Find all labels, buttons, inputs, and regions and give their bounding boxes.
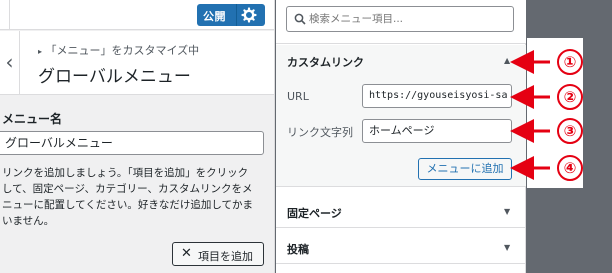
add-to-menu-button[interactable]: メニューに追加 bbox=[418, 158, 512, 180]
url-input[interactable]: https://gyouseisyosi-sa bbox=[362, 84, 512, 108]
customizer-header: 公開 bbox=[0, 0, 274, 30]
menu-description: リンクを追加しましょう。「項目を追加」をクリック して、固定ページ、カテゴリー、… bbox=[2, 165, 270, 229]
callout-number: ① bbox=[557, 49, 583, 75]
close-x-icon: ✕ bbox=[181, 246, 192, 261]
section-title: グローバルメニュー bbox=[38, 67, 191, 87]
back-button[interactable]: ‹ bbox=[0, 31, 20, 95]
posts-section-title: 投稿 bbox=[287, 243, 309, 256]
description-line: して、固定ページ、カテゴリー、カスタムリンクをメ bbox=[2, 183, 253, 195]
menu-name-input[interactable]: グローバルメニュー bbox=[0, 131, 264, 155]
link-text-label: リンク文字列 bbox=[287, 126, 353, 139]
triangle-down-icon: ▼ bbox=[504, 243, 511, 252]
search-icon bbox=[294, 13, 306, 25]
triangle-up-icon: ▲ bbox=[504, 56, 511, 65]
link-text-input[interactable]: ホームページ bbox=[362, 119, 512, 143]
publish-button[interactable]: 公開 bbox=[197, 4, 265, 26]
breadcrumb-arrow-icon: ▸ bbox=[38, 47, 43, 56]
section-header: ‹ ▸ 「メニュー」をカスタマイズ中 グローバルメニュー bbox=[0, 31, 274, 95]
pages-section-title: 固定ページ bbox=[287, 207, 342, 220]
custom-link-title: カスタムリンク bbox=[287, 56, 364, 69]
callout-number: ③ bbox=[557, 118, 583, 144]
description-line: リンクを追加しましょう。「項目を追加」をクリック bbox=[2, 167, 249, 179]
posts-section-header[interactable]: 投稿 ▼ bbox=[276, 232, 526, 264]
add-items-button[interactable]: ✕ 項目を追加 bbox=[172, 242, 264, 266]
search-box[interactable] bbox=[286, 6, 514, 32]
custom-link-section-header[interactable]: カスタムリンク ▲ bbox=[276, 45, 526, 77]
menu-name-label: メニュー名 bbox=[2, 112, 63, 126]
pages-section-header[interactable]: 固定ページ ▼ bbox=[276, 196, 526, 228]
customizer-panel: 公開 ‹ ▸ 「メニュー」をカスタマイズ中 グローバルメニュー メニュー名 グロ… bbox=[0, 0, 275, 273]
publish-label: 公開 bbox=[203, 10, 226, 23]
callout-number: ② bbox=[557, 84, 583, 110]
search-input[interactable] bbox=[309, 10, 509, 28]
url-label: URL bbox=[287, 90, 309, 103]
gear-icon[interactable] bbox=[241, 7, 257, 23]
custom-link-form: URL https://gyouseisyosi-sa リンク文字列 ホームペー… bbox=[276, 77, 526, 187]
triangle-down-icon: ▼ bbox=[504, 207, 511, 216]
breadcrumb: ▸ 「メニュー」をカスタマイズ中 bbox=[38, 44, 200, 57]
add-items-label: 項目を追加 bbox=[198, 250, 253, 263]
chevron-left-icon: ‹ bbox=[5, 50, 14, 74]
close-customizer-button[interactable] bbox=[0, 0, 10, 30]
search-area bbox=[276, 0, 526, 44]
description-line: ニューに配置してください。好きなだけ追加してかま bbox=[2, 199, 254, 211]
description-line: いません。 bbox=[2, 215, 55, 227]
callout-number: ④ bbox=[557, 155, 583, 181]
available-items-panel: カスタムリンク ▲ URL https://gyouseisyosi-sa リン… bbox=[276, 0, 526, 273]
